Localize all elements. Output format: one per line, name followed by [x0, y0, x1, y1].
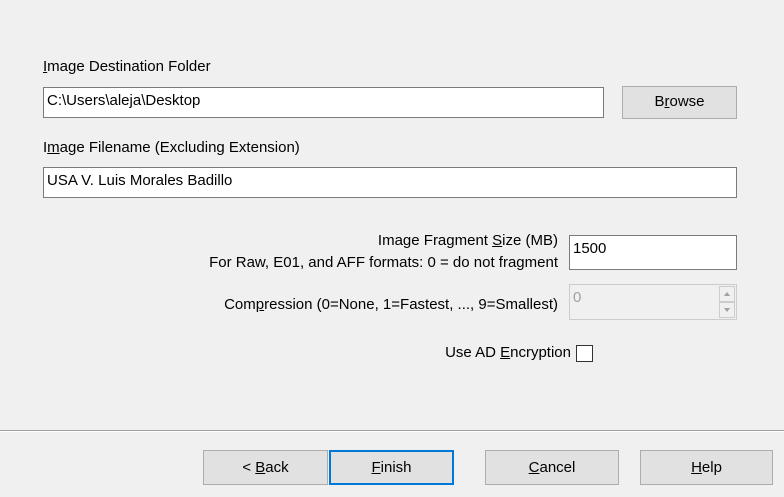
compression-label: Compression (0=None, 1=Fastest, ..., 9=S… [224, 296, 558, 314]
filename-label-rest: age Filename (Excluding Extension) [59, 139, 300, 156]
back-label-rest: ack [265, 459, 289, 476]
fragment-size-hint: For Raw, E01, and AFF formats: 0 = do no… [209, 254, 558, 271]
fragment-label-rest: ize (MB) [502, 232, 558, 249]
browse-label-rest: owse [669, 93, 705, 110]
ad-encryption-checkbox[interactable] [576, 345, 593, 362]
browse-button[interactable]: Browse [622, 86, 737, 119]
compression-value: 0 [573, 289, 582, 306]
spin-up-button[interactable] [719, 286, 735, 302]
spin-down-button[interactable] [719, 302, 735, 318]
back-label-mnemonic: B [255, 459, 266, 476]
fragment-size-label: Image Fragment Size (MB) [378, 232, 558, 250]
fragment-label-pre: Image Fragment [377, 232, 493, 249]
fragment-size-input[interactable]: 1500 [569, 235, 737, 270]
compression-label-mnemonic: p [255, 296, 265, 313]
image-filename-input[interactable]: USA V. Luis Morales Badillo [43, 167, 737, 198]
browse-label-pre: B [654, 93, 665, 110]
encryption-label-pre: Use AD [445, 344, 501, 361]
ad-encryption-label: Use AD Encryption [445, 344, 571, 362]
back-button[interactable]: < Back [203, 450, 328, 485]
filename-label-mnemonic: m [47, 139, 60, 156]
chevron-up-icon [724, 292, 730, 296]
encryption-label-mnemonic: E [500, 344, 511, 361]
finish-label-mnemonic: F [371, 459, 381, 476]
cancel-button[interactable]: Cancel [485, 450, 619, 485]
compression-spinbox[interactable]: 0 [569, 284, 737, 320]
destination-folder-input[interactable]: C:\Users\aleja\Desktop [43, 87, 604, 118]
help-label-mnemonic: H [691, 459, 702, 476]
footer-divider [0, 430, 784, 432]
cancel-label-rest: ancel [539, 459, 576, 476]
finish-button[interactable]: Finish [329, 450, 454, 485]
help-label-rest: elp [701, 459, 722, 476]
cancel-label-mnemonic: C [528, 459, 540, 476]
destination-label-rest: mage Destination Folder [47, 58, 211, 75]
encryption-label-rest: ncryption [510, 344, 571, 361]
image-filename-label: Image Filename (Excluding Extension) [43, 139, 300, 157]
help-button[interactable]: Help [640, 450, 773, 485]
finish-label-rest: inish [380, 459, 412, 476]
fragment-label-mnemonic: S [492, 232, 503, 249]
destination-folder-label: Image Destination Folder [43, 58, 211, 76]
chevron-down-icon [724, 308, 730, 312]
compression-label-rest: ression (0=None, 1=Fastest, ..., 9=Small… [264, 296, 558, 313]
compression-label-pre: Com [224, 296, 256, 313]
back-label-pre: < [242, 459, 256, 476]
